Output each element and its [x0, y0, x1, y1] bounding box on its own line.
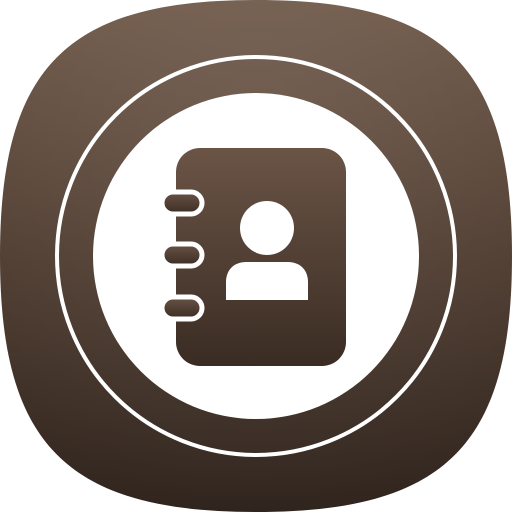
binder-ring-middle [159, 241, 205, 269]
address-book-icon [159, 148, 346, 366]
contacts-app-icon[interactable] [0, 0, 512, 512]
person-body [226, 262, 308, 300]
app-icon-stage [0, 0, 512, 512]
binder-ring-bottom [159, 294, 205, 322]
binder-ring-top [159, 189, 205, 217]
person-head [240, 201, 294, 255]
